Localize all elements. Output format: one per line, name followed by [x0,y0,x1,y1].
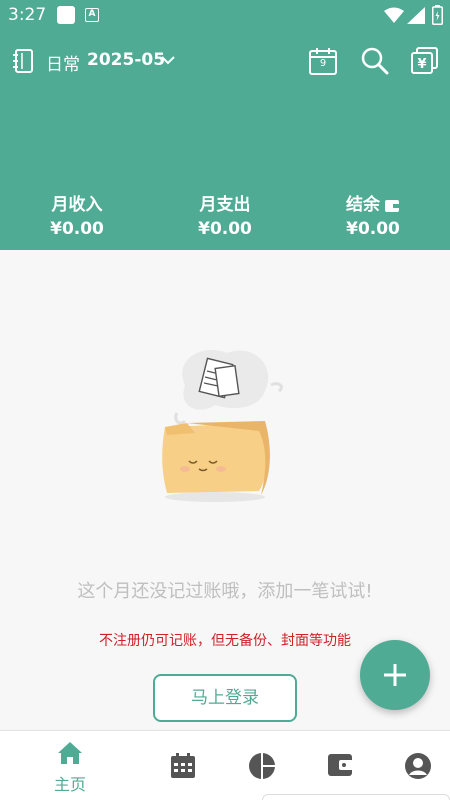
expense-value: ¥0.00 [198,219,252,239]
balance-label: 结余 [346,195,380,215]
bottom-edge-panel [262,794,450,800]
calendar-button[interactable]: 9 [308,46,338,76]
wallet-icon [328,754,353,776]
income-label: 月收入 [51,195,103,215]
add-record-button[interactable] [360,640,430,710]
notebook-icon[interactable] [12,49,34,73]
user-icon [405,753,431,779]
bottom-navigation: 主页 [0,730,450,800]
month-selector[interactable]: 2025-05 [87,50,165,70]
svg-text:¥: ¥ [417,57,426,72]
empty-state-message: 这个月还没记过账哦，添加一笔试试! [77,581,373,602]
monthly-income: 月收入 ¥0.00 [2,190,152,239]
search-icon[interactable] [360,46,390,76]
balance-value: ¥0.00 [346,219,400,239]
status-bar: 3:27 A [0,0,450,32]
notification-a-icon: A [85,8,99,22]
income-value: ¥0.00 [50,219,104,239]
header: 日常 2025-05 9 ¥ 月收入 ¥0.00 月支出 ¥0.00 结余 ¥0… [0,32,450,250]
book-name[interactable]: 日常 [46,50,80,75]
signal-icon [407,7,425,24]
login-button[interactable]: 马上登录 [153,674,297,722]
monthly-balance[interactable]: 结余 ¥0.00 [298,190,448,239]
notification-app-icon [57,6,75,24]
calendar-day: 9 [319,58,327,69]
pie-chart-icon [249,753,275,779]
chevron-down-icon[interactable] [160,54,176,66]
home-icon [58,742,82,764]
nav-home[interactable]: 主页 [40,731,100,800]
wifi-icon [384,7,404,23]
empty-state-illustration [162,349,283,502]
expense-label: 月支出 [199,195,251,215]
battery-icon [432,5,443,25]
nav-home-label: 主页 [53,775,86,794]
ledger-icon[interactable]: ¥ [410,46,440,76]
calendar-icon [171,753,195,778]
status-time: 3:27 [8,5,47,25]
plus-icon [384,664,406,686]
monthly-expense: 月支出 ¥0.00 [150,190,300,239]
wallet-icon [385,199,399,212]
